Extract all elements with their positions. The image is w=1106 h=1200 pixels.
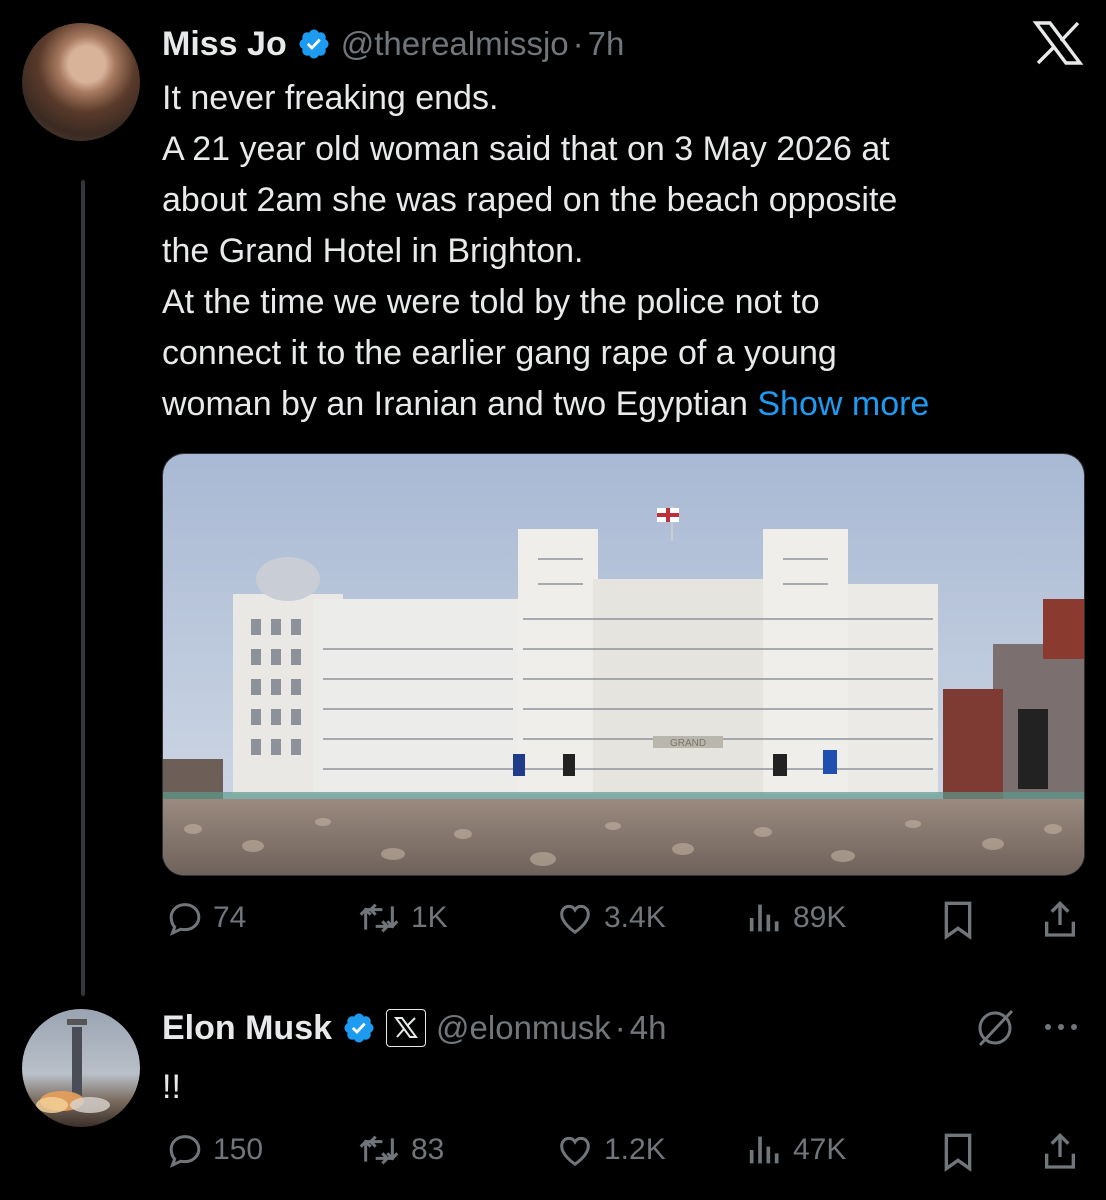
reply-count: 150 — [213, 1133, 264, 1166]
tweet-header: Miss Jo @therealmissjo · 7h — [162, 22, 624, 66]
verified-badge-icon — [342, 1011, 376, 1045]
tweet-text: It never freaking ends. A 21 year old wo… — [162, 73, 1092, 430]
views-button[interactable]: 89K — [745, 898, 846, 938]
views-count: 47K — [793, 1133, 847, 1166]
tweet-line: connect it to the earlier gang rape of a… — [162, 334, 837, 372]
views-icon — [749, 904, 779, 932]
repost-icon — [359, 903, 399, 933]
reply-button[interactable]: 74 — [165, 898, 246, 938]
heart-icon — [560, 904, 590, 934]
avatar-elon-musk[interactable] — [22, 1009, 140, 1127]
repost-button[interactable]: 83 — [355, 1130, 444, 1170]
bookmark-button[interactable] — [938, 1130, 978, 1174]
author-name[interactable]: Miss Jo — [162, 25, 287, 64]
tweet-line-text: woman by an Iranian and two Egyptian — [162, 385, 748, 423]
tweet-line: the Grand Hotel in Brighton. — [162, 232, 584, 270]
more-icon[interactable] — [1042, 1012, 1082, 1047]
repost-icon — [359, 1135, 399, 1165]
tweet-time[interactable]: 4h — [630, 1009, 667, 1047]
like-button[interactable]: 1.2K — [554, 1130, 666, 1170]
separator-dot: · — [614, 1009, 626, 1046]
share-button[interactable] — [1040, 898, 1080, 942]
reply-count: 74 — [213, 901, 247, 934]
tweet-text: !! — [162, 1068, 181, 1106]
repost-count: 1K — [411, 901, 448, 934]
views-count: 89K — [793, 901, 847, 934]
views-button[interactable]: 47K — [745, 1130, 846, 1170]
like-button[interactable]: 3.4K — [554, 898, 666, 938]
hotel-sign: GRAND — [670, 738, 706, 749]
author-handle[interactable]: @elonmusk — [436, 1009, 611, 1047]
bookmark-icon — [944, 901, 972, 940]
heart-icon — [560, 1136, 590, 1166]
verified-badge-icon — [297, 27, 331, 61]
bookmark-icon — [944, 1133, 972, 1172]
like-count: 3.4K — [604, 901, 666, 934]
thread-connector-line — [81, 180, 85, 996]
share-icon — [1045, 900, 1075, 937]
tweet-image[interactable]: GRAND — [162, 453, 1085, 876]
x-logo-icon — [1032, 20, 1084, 71]
author-handle[interactable]: @therealmissjo — [341, 25, 569, 63]
tweet-line: It never freaking ends. — [162, 79, 499, 117]
x-affiliate-badge-icon — [386, 1009, 427, 1047]
like-count: 1.2K — [604, 1133, 666, 1166]
reply-icon — [169, 1135, 201, 1168]
share-icon — [1045, 1132, 1075, 1169]
rocket-launch-image — [36, 1019, 110, 1113]
author-name[interactable]: Elon Musk — [162, 1009, 332, 1048]
repost-button[interactable]: 1K — [355, 898, 448, 938]
tweet-time[interactable]: 7h — [588, 25, 625, 63]
tweet-line: about 2am she was raped on the beach opp… — [162, 181, 898, 219]
separator-dot: · — [572, 25, 584, 62]
views-icon — [749, 1136, 779, 1164]
bookmark-button[interactable] — [938, 898, 978, 942]
reply-icon — [169, 903, 201, 936]
reply-button[interactable]: 150 — [165, 1130, 263, 1170]
tweet-line: A 21 year old woman said that on 3 May 2… — [162, 130, 890, 168]
tweet-line: At the time we were told by the police n… — [162, 283, 820, 321]
grok-icon[interactable] — [972, 1007, 1018, 1054]
grand-hotel-photo: GRAND — [163, 454, 1084, 875]
tweet-line: woman by an Iranian and two Egyptian Sho… — [162, 379, 1092, 430]
tweet-header: Elon Musk @elonmusk · 4h — [162, 1006, 666, 1050]
show-more-link[interactable]: Show more — [757, 385, 929, 423]
share-button[interactable] — [1040, 1130, 1080, 1174]
repost-count: 83 — [411, 1133, 445, 1166]
avatar-miss-jo[interactable] — [22, 23, 140, 141]
